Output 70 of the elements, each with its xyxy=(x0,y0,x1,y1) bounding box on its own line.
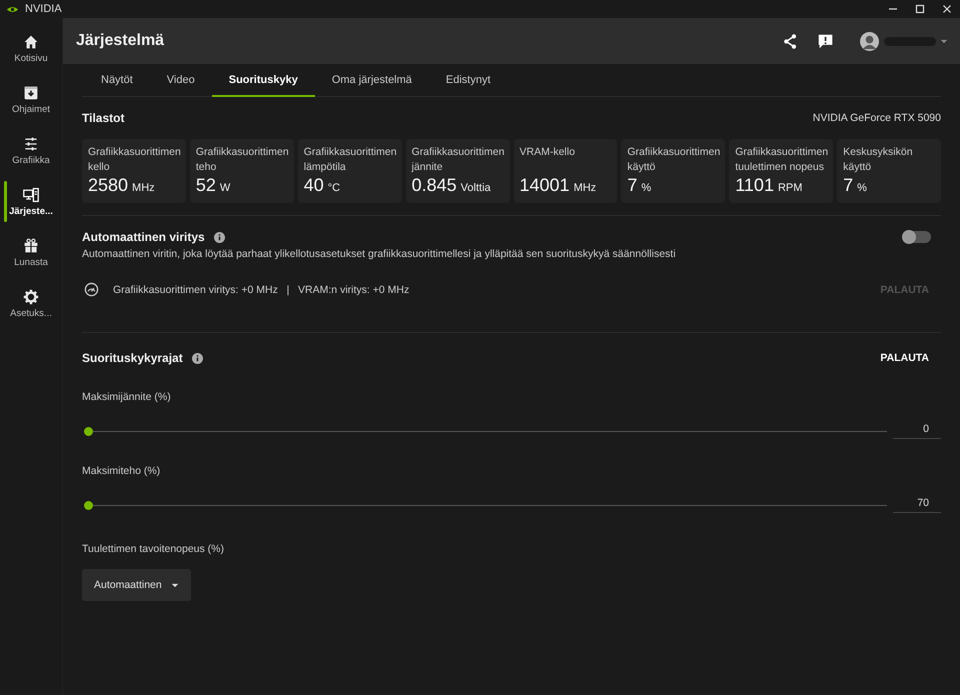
stat-unit: % xyxy=(857,182,867,194)
stat-unit: W xyxy=(220,182,230,194)
gift-icon xyxy=(23,238,39,254)
reset-button[interactable]: PALAUTA xyxy=(880,352,941,364)
nvidia-logo-icon xyxy=(6,4,19,14)
stat-label: Keskusyksikön käyttö xyxy=(843,145,914,175)
stat-value: 1101 xyxy=(735,175,774,196)
section-title: Suorituskykyrajat xyxy=(82,351,183,365)
page-title: Järjestelmä xyxy=(76,32,164,50)
stat-unit: Volttia xyxy=(460,182,491,194)
download-icon xyxy=(23,84,39,100)
tab[interactable]: Video xyxy=(150,64,212,97)
tab[interactable]: Edistynyt xyxy=(428,64,508,97)
stat-unit: °C xyxy=(328,182,340,194)
stat-label: VRAM-kello xyxy=(520,145,576,160)
stat-value: 14001 xyxy=(520,175,570,196)
stat-value: 7 xyxy=(843,175,854,196)
stat-label: Grafiikkasuorittimen teho xyxy=(196,145,290,175)
stat-value: 52 xyxy=(196,175,216,196)
value-field[interactable]: 70 xyxy=(893,497,941,513)
home-icon xyxy=(23,34,39,50)
sidebar-item[interactable]: Ohjaimet xyxy=(0,77,62,122)
settings-icon xyxy=(23,288,39,304)
dropdown[interactable]: Automaattinen xyxy=(82,569,191,601)
sidebar-item[interactable]: Grafiikka xyxy=(0,128,62,173)
stat-label: Grafiikkasuorittimen tuulettimen nopeus xyxy=(735,145,830,175)
section-title: Automaattinen viritys xyxy=(82,230,205,244)
tab[interactable]: Näytöt xyxy=(84,64,150,97)
caret-icon[interactable] xyxy=(940,38,948,44)
stat-value: 2580 xyxy=(88,175,128,196)
info-icon[interactable] xyxy=(214,232,225,242)
toggle-switch[interactable] xyxy=(903,231,931,243)
sidebar-item[interactable]: Lunasta xyxy=(0,230,62,275)
sidebar-item[interactable]: Järjeste... xyxy=(0,179,62,224)
stat-value: 40 xyxy=(304,175,324,196)
info-icon[interactable] xyxy=(192,352,203,364)
stat-label: Grafiikkasuorittimen kello xyxy=(88,145,182,175)
stat-unit: MHz xyxy=(574,182,596,194)
feedback-icon[interactable] xyxy=(817,32,834,50)
caret-icon xyxy=(170,582,179,588)
share-icon[interactable] xyxy=(782,32,799,50)
gpu-name: NVIDIA GeForce RTX 5090 xyxy=(812,112,941,124)
tab[interactable]: Suorituskyky xyxy=(212,64,315,97)
section-title: Tilastot xyxy=(82,111,124,125)
app-title: NVIDIA xyxy=(25,3,62,15)
slider-thumb[interactable] xyxy=(84,500,93,510)
stat-label: Grafiikkasuorittimen lämpötila xyxy=(304,145,398,175)
tuning-status: Grafiikkasuorittimen viritys: +0 MHz | VRAM:n viritys: +0 MHz xyxy=(113,284,410,296)
stat-unit: RPM xyxy=(778,182,802,194)
slider-label: Maksimijännite (%) xyxy=(82,391,172,403)
close-icon[interactable] xyxy=(942,4,952,14)
field-label: Tuulettimen tavoitenopeus (%) xyxy=(82,543,226,555)
slider-thumb[interactable] xyxy=(84,426,93,436)
sliders-icon xyxy=(23,136,39,152)
avatar-icon[interactable] xyxy=(860,32,879,50)
slider-label: Maksimiteho (%) xyxy=(82,465,162,477)
stat-label: Grafiikkasuorittimen käyttö xyxy=(627,145,722,175)
stat-label: Grafiikkasuorittimen jännite xyxy=(412,145,506,175)
stat-unit: MHz xyxy=(132,182,155,194)
gauge-icon xyxy=(84,282,99,297)
maximize-icon[interactable] xyxy=(915,4,925,14)
sidebar-item[interactable]: Asetuks... xyxy=(0,281,62,326)
stat-value: 0.845 xyxy=(412,175,457,196)
description: Automaattinen viritin, joka löytää parhaat ylikellotusasetukset grafiikkasuorittimellesi ja ylläpitää sen suorituskykyä säännöllisesti xyxy=(82,248,677,260)
tab[interactable]: Oma järjestelmä xyxy=(314,64,429,97)
value-field[interactable]: 0 xyxy=(893,423,941,439)
stat-unit: % xyxy=(641,182,652,194)
stat-value: 7 xyxy=(627,175,638,196)
sidebar-item[interactable]: Kotisivu xyxy=(0,26,62,71)
computer-icon xyxy=(23,186,39,202)
